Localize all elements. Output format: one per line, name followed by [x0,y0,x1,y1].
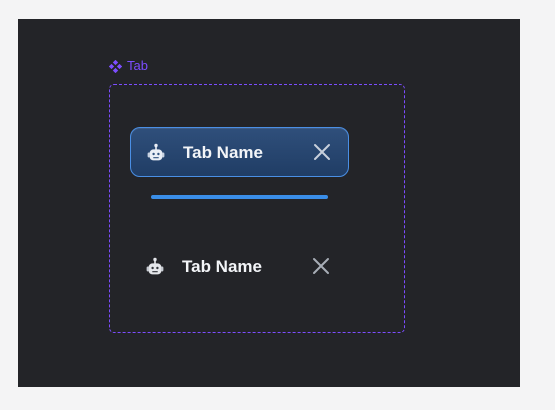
component-diamond-icon [109,59,122,73]
selected-tab-indicator [151,195,328,199]
tab-selected[interactable]: Tab Name [130,127,349,177]
tab-unselected[interactable]: Tab Name [130,242,349,292]
component-name: Tab [127,58,148,73]
component-variant-frame [109,84,405,333]
tab-label: Tab Name [183,143,263,162]
robot-icon [145,142,167,164]
close-icon[interactable] [311,141,333,163]
component-label: Tab [109,58,148,74]
tab-label: Tab Name [182,257,262,276]
robot-icon [144,256,166,278]
close-icon[interactable] [310,255,332,277]
